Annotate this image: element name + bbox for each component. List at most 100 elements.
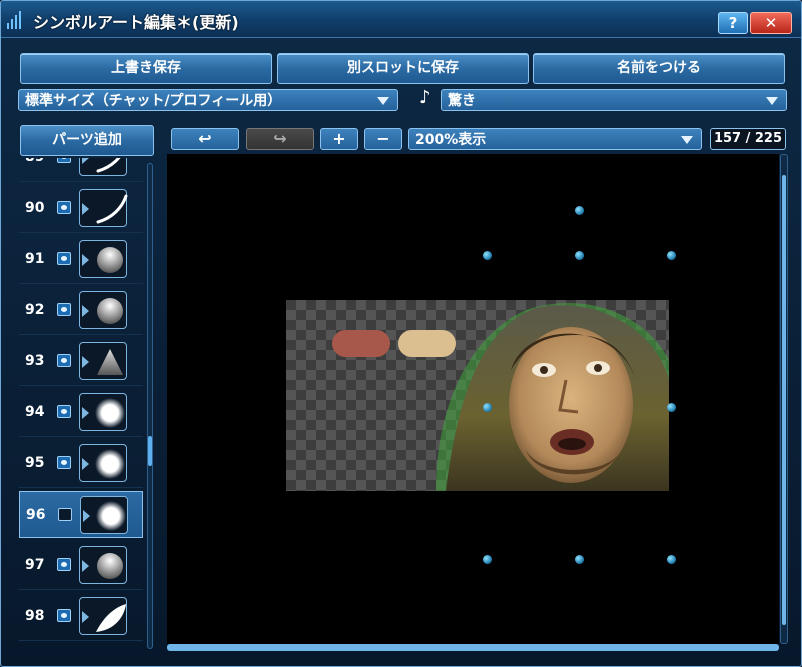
expand-arrow-icon [82,305,89,317]
layer-thumbnail[interactable] [79,240,127,278]
expand-arrow-icon [83,510,90,522]
layer-row[interactable]: 98 [19,593,143,641]
help-button[interactable]: ? [718,12,748,34]
size-dropdown[interactable]: 標準サイズ（チャット/プロフィール用） [18,89,398,111]
layer-row[interactable]: 95 [19,440,143,488]
layer-row[interactable]: 92 [19,287,143,335]
layer-row[interactable]: 94 [19,389,143,437]
layer-number: 98 [25,608,45,624]
window-title: シンボルアート編集＊(更新) [33,13,239,32]
layer-number: 97 [25,557,45,573]
expand-arrow-icon [82,203,89,215]
music-note-icon: ♪ [419,87,431,108]
layer-number: 89 [25,158,44,165]
transform-handle[interactable] [575,555,584,564]
transform-handle[interactable] [575,251,584,260]
signal-bars-icon [7,11,27,29]
transform-handle[interactable] [667,403,676,412]
expand-arrow-icon [82,407,89,419]
expand-arrow-icon [82,458,89,470]
layer-thumbnail[interactable] [79,393,127,431]
sphere-shape-icon [97,247,123,273]
zoom-dropdown[interactable]: 200%表示 [408,128,702,150]
symbol-art-preview[interactable] [286,300,669,491]
redo-button[interactable]: ↪ [246,128,314,150]
eye-icon[interactable] [57,158,71,163]
layer-row[interactable]: 96 [19,491,143,538]
transform-handle[interactable] [575,206,584,215]
zoom-out-button[interactable]: − [364,128,402,150]
layer-thumbnail[interactable] [79,291,127,329]
expand-arrow-icon [82,158,89,164]
scrollbar-thumb[interactable] [148,436,152,466]
sphere-shape-icon [97,298,123,324]
layer-row[interactable]: 97 [19,542,143,590]
zoom-in-button[interactable]: + [320,128,358,150]
layer-thumbnail[interactable] [79,444,127,482]
transform-handle[interactable] [483,555,492,564]
face-illustration [436,303,669,491]
eye-icon[interactable] [57,405,71,418]
eye-icon[interactable] [57,456,71,469]
eye-icon[interactable] [57,303,71,316]
layer-row[interactable]: 93 [19,338,143,386]
layer-thumbnail[interactable] [79,546,127,584]
layer-thumbnail[interactable] [80,496,128,534]
redo-icon: ↪ [273,129,287,148]
layer-thumbnail[interactable] [79,342,127,380]
stroke-shape-icon [96,194,128,224]
size-dropdown-value: 標準サイズ（チャット/プロフィール用） [25,93,282,109]
layer-list-scrollbar[interactable] [147,163,153,649]
canvas-horizontal-scrollbar[interactable] [167,644,779,651]
layer-list: 89 90 91 92 93 94 95 96 97 98 [19,158,159,651]
scrollbar-thumb[interactable] [782,175,786,625]
layer-thumbnail[interactable] [79,597,127,635]
sound-dropdown[interactable]: 驚き [441,89,787,111]
symbol-art-editor-window: シンボルアート編集＊(更新) ? ✕ 上書き保存 別スロットに保存 名前をつける… [0,0,802,667]
transform-handle[interactable] [483,403,492,412]
layer-number: 92 [25,302,45,318]
eye-icon[interactable] [57,354,71,367]
eye-icon[interactable] [57,252,71,265]
layer-number: 95 [25,455,45,471]
overwrite-save-button[interactable]: 上書き保存 [20,53,272,84]
transform-handle[interactable] [667,251,676,260]
expand-arrow-icon [82,356,89,368]
layer-number: 90 [25,200,45,216]
layer-row[interactable]: 89 [19,158,143,182]
glow-shape-icon [96,501,126,531]
sound-dropdown-value: 驚き [448,93,476,109]
layer-row[interactable]: 91 [19,236,143,284]
eye-off-icon[interactable] [58,508,72,521]
chevron-down-icon [766,97,778,105]
close-button[interactable]: ✕ [750,12,792,34]
chevron-down-icon [377,97,389,105]
layer-thumbnail[interactable] [79,158,127,176]
eye-icon[interactable] [57,558,71,571]
layer-number: 96 [26,507,46,523]
layer-number: 91 [25,251,45,267]
zoom-dropdown-value: 200%表示 [415,132,487,148]
title-bar: シンボルアート編集＊(更新) ? ✕ [1,1,801,38]
glow-shape-icon [95,398,125,428]
layer-number: 93 [25,353,45,369]
undo-button[interactable]: ↩ [171,128,239,150]
glow-shape-icon [95,449,125,479]
eye-icon[interactable] [57,201,71,214]
transform-handle[interactable] [667,555,676,564]
expand-arrow-icon [82,611,89,623]
layer-row[interactable]: 90 [19,185,143,233]
name-it-button[interactable]: 名前をつける [533,53,785,84]
part-counter: 157 / 225 [710,128,786,150]
expand-arrow-icon [82,560,89,572]
transform-handle[interactable] [483,251,492,260]
save-other-slot-button[interactable]: 別スロットに保存 [277,53,529,84]
add-part-button[interactable]: パーツ追加 [20,125,154,156]
undo-icon: ↩ [198,129,212,148]
editing-canvas[interactable] [167,154,779,644]
layer-number: 94 [25,404,45,420]
layer-thumbnail[interactable] [79,189,128,227]
sphere-shape-icon [97,553,123,579]
canvas-vertical-scrollbar[interactable] [780,154,788,644]
eye-icon[interactable] [57,609,71,622]
